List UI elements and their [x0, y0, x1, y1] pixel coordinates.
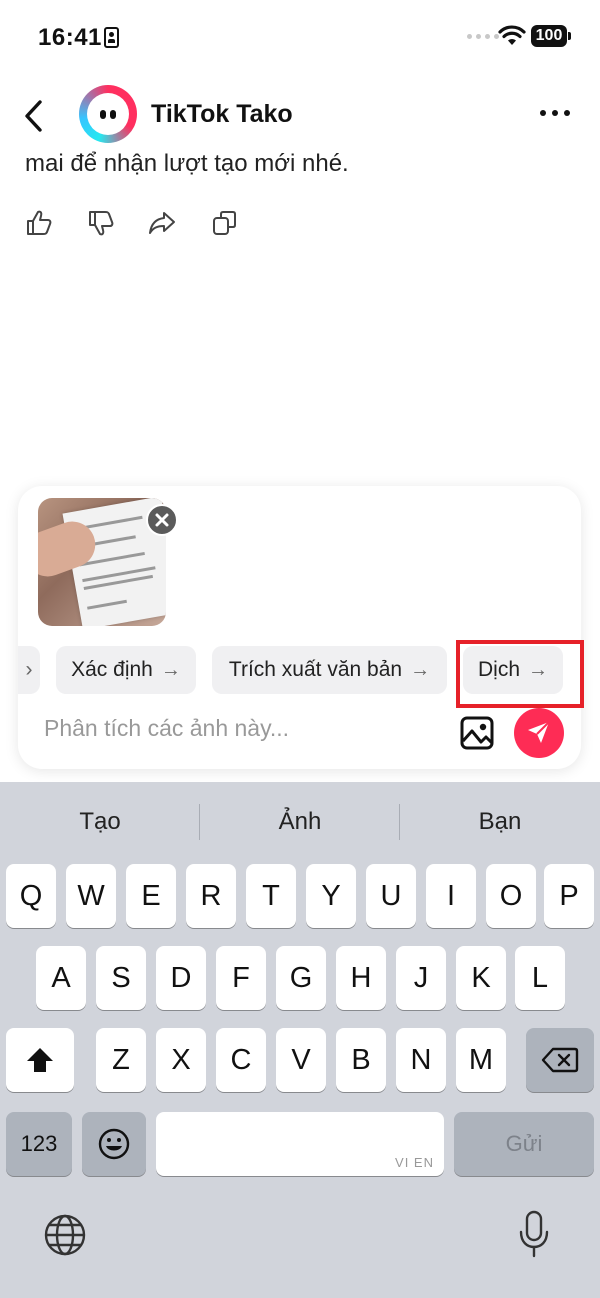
space-language-indicator: VI EN [395, 1155, 434, 1170]
key-e[interactable]: E [126, 864, 176, 928]
backspace-icon [541, 1047, 579, 1073]
copy-icon[interactable] [210, 208, 240, 238]
chip-identify[interactable]: Xác định → [56, 646, 196, 694]
key-q[interactable]: Q [6, 864, 56, 928]
chevron-right-icon: › [25, 658, 33, 681]
battery-tip [568, 32, 571, 40]
suggestion-2[interactable]: Ảnh [200, 800, 400, 844]
send-key[interactable]: Gửi [454, 1112, 594, 1176]
delete-key[interactable] [526, 1028, 594, 1092]
status-time: 16:41 [38, 24, 102, 51]
shift-arrow-icon [27, 1048, 53, 1072]
key-r[interactable]: R [186, 864, 236, 928]
key-f[interactable]: F [216, 946, 266, 1010]
chevron-left-icon[interactable] [20, 98, 50, 134]
thumbs-down-icon[interactable] [86, 208, 116, 238]
person-badge-icon [104, 27, 119, 48]
key-k[interactable]: K [456, 946, 506, 1010]
arrow-right-icon: → [410, 658, 431, 681]
key-t[interactable]: T [246, 864, 296, 928]
emoji-key[interactable] [82, 1112, 146, 1176]
key-w[interactable]: W [66, 864, 116, 928]
send-key-label: Gửi [505, 1131, 543, 1156]
highlight-box [456, 640, 584, 708]
keyboard: Tạo Ảnh Bạn Q W E R T Y U I O P A S D F … [0, 782, 600, 1298]
chip-partial[interactable]: › [18, 646, 40, 694]
more-horizontal-icon[interactable] [540, 110, 570, 116]
remove-attachment-close-icon[interactable] [146, 504, 178, 536]
numbers-key-label: 123 [20, 1131, 58, 1156]
arrow-right-icon: → [160, 658, 181, 681]
key-j[interactable]: J [396, 946, 446, 1010]
key-v[interactable]: V [276, 1028, 326, 1092]
key-p[interactable]: P [544, 864, 594, 928]
key-d[interactable]: D [156, 946, 206, 1010]
emoji-smile-icon [98, 1128, 130, 1160]
key-x[interactable]: X [156, 1028, 206, 1092]
bot-message-text: mai để nhận lượt tạo mới nhé. [25, 150, 349, 177]
app-screen: 16:41 100 TikTok Tako mai để nhận lượt t… [0, 0, 600, 1298]
space-key[interactable]: VI EN [156, 1112, 444, 1176]
chip-extract-text[interactable]: Trích xuất văn bản → [212, 646, 447, 694]
key-m[interactable]: M [456, 1028, 506, 1092]
battery-level: 100 [531, 25, 567, 47]
key-g[interactable]: G [276, 946, 326, 1010]
message-input[interactable]: Phân tích các ảnh này... [44, 715, 289, 742]
chip-label: Xác định [71, 658, 153, 681]
key-b[interactable]: B [336, 1028, 386, 1092]
chat-header: TikTok Tako [0, 80, 600, 152]
status-bar: 16:41 100 [0, 0, 600, 76]
share-icon[interactable] [147, 208, 177, 238]
chip-label: Trích xuất văn bản [228, 658, 403, 681]
send-button[interactable] [514, 708, 564, 758]
globe-icon[interactable] [42, 1212, 88, 1258]
numbers-key[interactable]: 123 [6, 1112, 72, 1176]
cellular-signal-icon [467, 34, 499, 39]
thumbs-up-icon[interactable] [24, 208, 54, 238]
microphone-icon[interactable] [517, 1210, 551, 1258]
shift-key[interactable] [6, 1028, 74, 1092]
message-actions [24, 208, 264, 240]
key-o[interactable]: O [486, 864, 536, 928]
key-n[interactable]: N [396, 1028, 446, 1092]
key-u[interactable]: U [366, 864, 416, 928]
wifi-icon [498, 25, 526, 45]
suggestion-3[interactable]: Bạn [400, 800, 600, 844]
chat-title[interactable]: TikTok Tako [151, 100, 293, 129]
key-l[interactable]: L [515, 946, 565, 1010]
keyboard-suggestions: Tạo Ảnh Bạn [0, 800, 600, 844]
suggestion-1[interactable]: Tạo [0, 800, 200, 844]
message-composer: › Xác định → Trích xuất văn bản → Dịch →… [18, 486, 581, 769]
bot-avatar[interactable] [79, 85, 137, 143]
key-a[interactable]: A [36, 946, 86, 1010]
key-c[interactable]: C [216, 1028, 266, 1092]
key-y[interactable]: Y [306, 864, 356, 928]
image-picker-icon[interactable] [460, 716, 494, 750]
key-h[interactable]: H [336, 946, 386, 1010]
key-z[interactable]: Z [96, 1028, 146, 1092]
key-i[interactable]: I [426, 864, 476, 928]
send-icon [528, 721, 550, 743]
key-s[interactable]: S [96, 946, 146, 1010]
